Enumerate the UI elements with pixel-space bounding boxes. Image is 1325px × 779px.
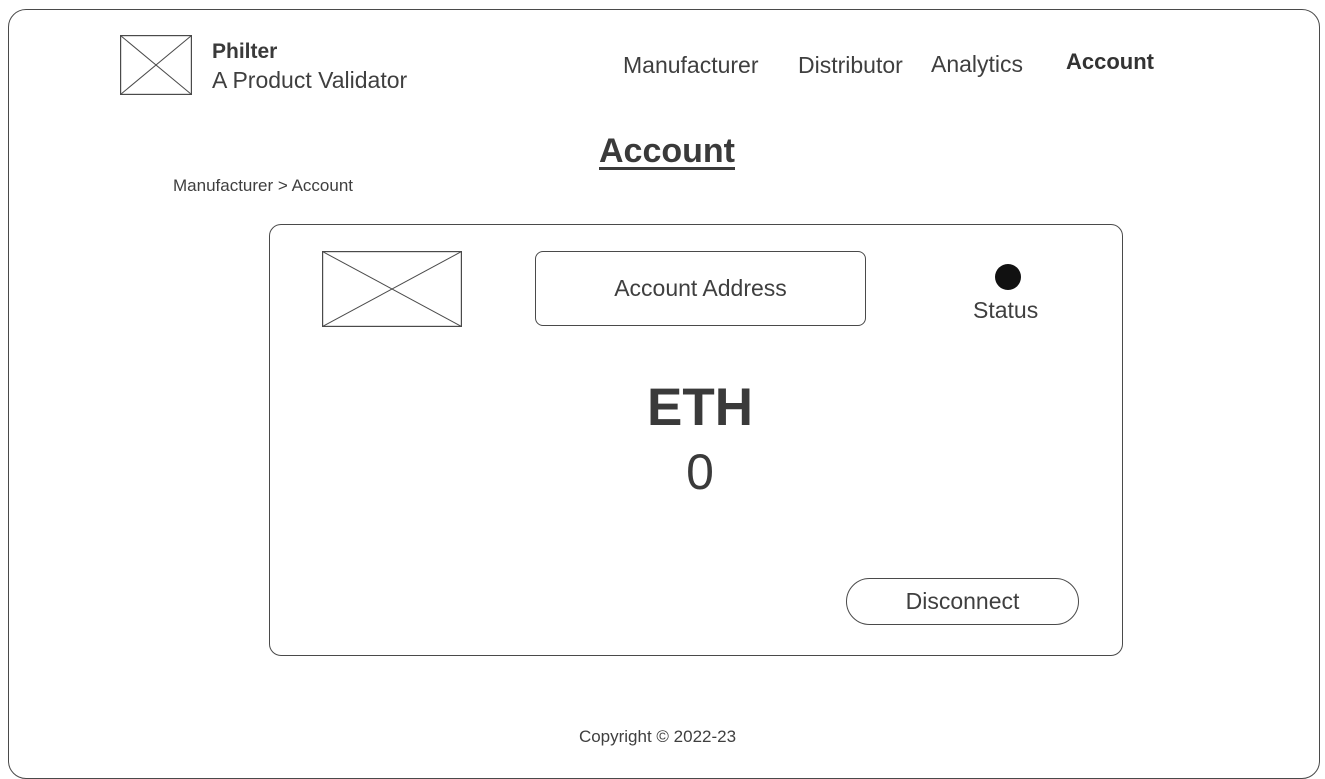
account-address-label: Account Address	[614, 275, 787, 301]
brand-name: Philter	[212, 40, 278, 63]
account-address-field[interactable]: Account Address	[535, 251, 866, 326]
copyright-text: Copyright © 2022-23	[578, 727, 737, 746]
nav-item-distributor[interactable]: Distributor	[798, 52, 903, 79]
nav-item-analytics[interactable]: Analytics	[931, 51, 1023, 78]
brand-tagline: A Product Validator	[212, 67, 408, 93]
account-card: Account Address Status ETH 0 Disconnect	[269, 224, 1123, 656]
disconnect-button[interactable]: Disconnect	[846, 578, 1079, 625]
nav-item-account[interactable]: Account	[1066, 49, 1154, 75]
status-indicator-icon	[995, 264, 1021, 290]
page-title: Account	[599, 132, 735, 170]
breadcrumb[interactable]: Manufacturer > Account	[173, 176, 353, 196]
account-image-placeholder-icon	[322, 251, 462, 327]
currency-label: ETH	[647, 378, 753, 437]
nav-item-manufacturer[interactable]: Manufacturer	[623, 52, 759, 79]
status-label: Status	[973, 297, 1039, 323]
logo-image-placeholder-icon	[120, 35, 192, 95]
balance-value: 0	[686, 444, 714, 500]
